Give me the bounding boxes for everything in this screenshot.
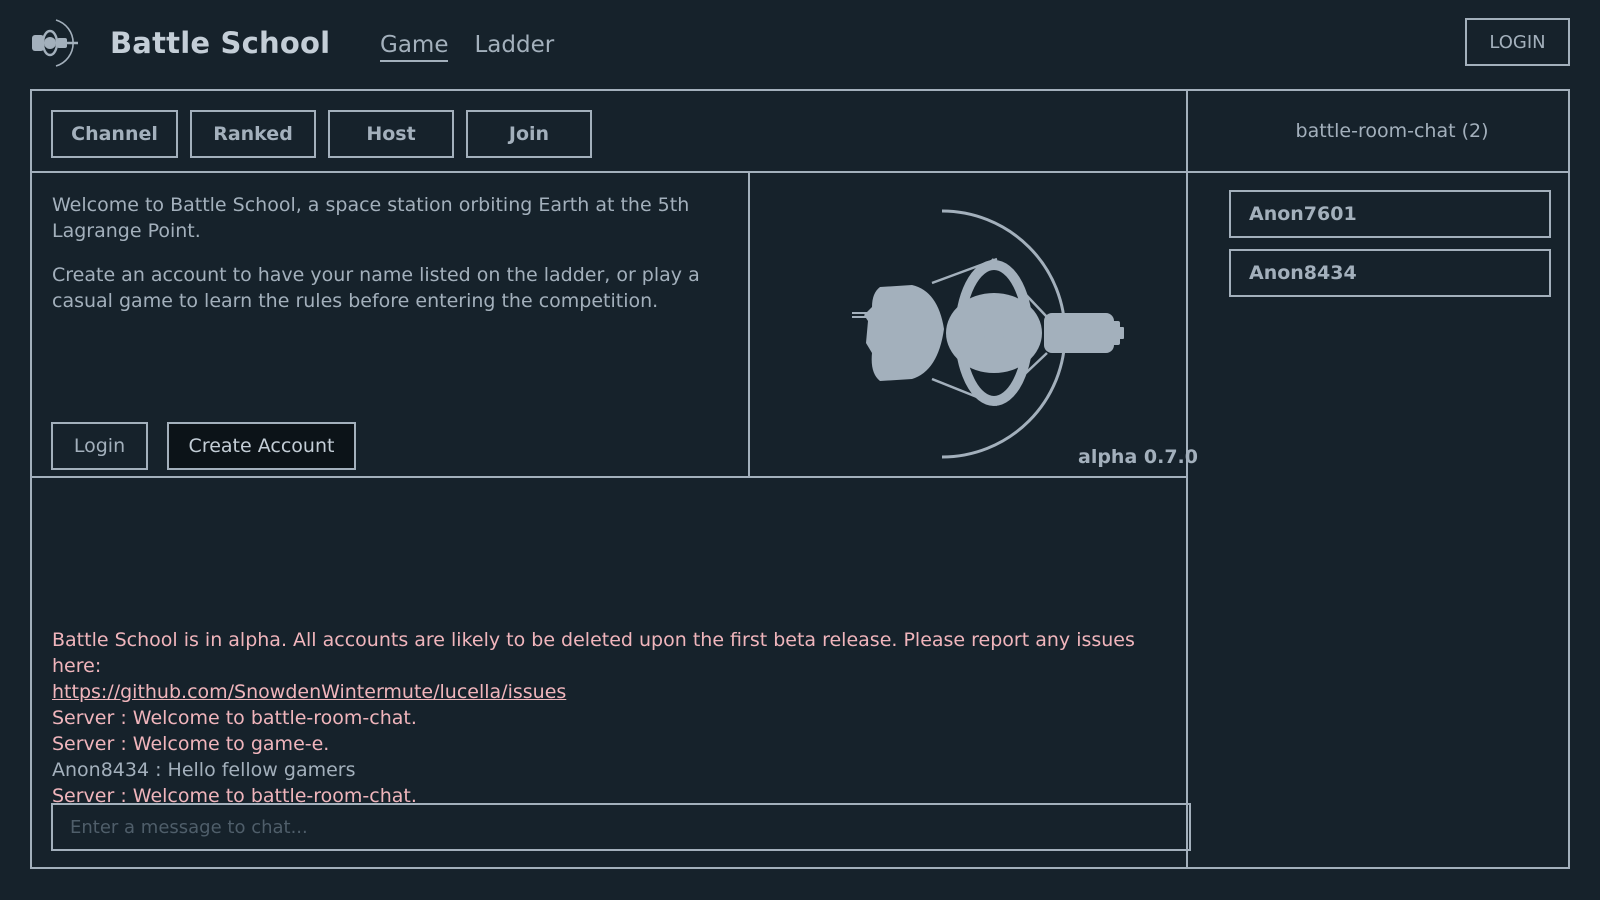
nav-ladder[interactable]: Ladder <box>474 32 554 62</box>
header-login-button[interactable]: LOGIN <box>1465 18 1570 66</box>
main-frame: Channel Ranked Host Join Welcome to Batt… <box>30 89 1570 869</box>
space-station-icon <box>852 209 1124 459</box>
welcome-text: Welcome to Battle School, a space statio… <box>52 192 762 332</box>
chat-messages: Battle School is in alpha. All accounts … <box>52 627 1172 809</box>
tab-host[interactable]: Host <box>328 110 454 158</box>
alpha-notice: Battle School is in alpha. All accounts … <box>52 629 1135 677</box>
brand-title: Battle School <box>110 26 331 60</box>
welcome-paragraph-2: Create an account to have your name list… <box>52 264 700 312</box>
chat-message: Anon8434 : Hello fellow gamers <box>52 759 356 781</box>
battle-school-logo-icon[interactable] <box>30 17 82 69</box>
main-nav: Game Ladder <box>380 32 554 62</box>
nav-game[interactable]: Game <box>380 32 449 62</box>
chat-area-divider <box>32 476 1187 478</box>
app-root: Battle School Game Ladder LOGIN Channel … <box>0 0 1600 900</box>
header: Battle School Game Ladder LOGIN <box>0 0 1600 88</box>
user-list-item[interactable]: Anon8434 <box>1229 249 1551 297</box>
issues-link[interactable]: https://github.com/SnowdenWintermute/luc… <box>52 681 566 703</box>
tab-channel[interactable]: Channel <box>51 110 178 158</box>
chat-message: Server : Welcome to game-e. <box>52 733 330 755</box>
top-bar-divider <box>32 171 1568 173</box>
login-button[interactable]: Login <box>51 422 148 470</box>
tab-join[interactable]: Join <box>466 110 592 158</box>
right-panel-divider <box>1186 91 1188 867</box>
chat-channel-title: battle-room-chat (2) <box>1295 120 1489 142</box>
create-account-button[interactable]: Create Account <box>167 422 356 470</box>
chat-message-input[interactable] <box>51 803 1191 851</box>
welcome-paragraph-1: Welcome to Battle School, a space statio… <box>52 194 690 242</box>
version-label: alpha 0.7.0 <box>1078 446 1198 468</box>
chat-message: Server : Welcome to battle-room-chat. <box>52 707 417 729</box>
user-list-item[interactable]: Anon7601 <box>1229 190 1551 238</box>
tab-ranked[interactable]: Ranked <box>190 110 316 158</box>
